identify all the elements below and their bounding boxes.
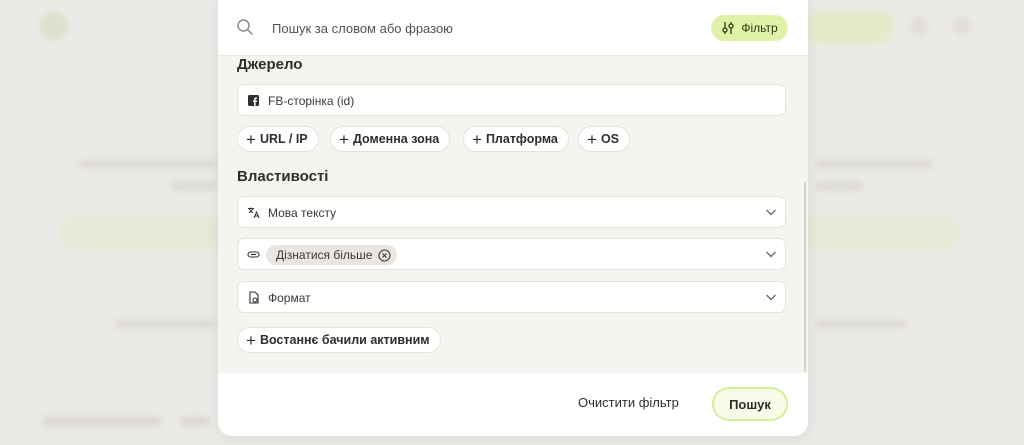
- properties-section-title: Властивості: [237, 168, 329, 185]
- add-last-seen-button[interactable]: + Востаннє бачили активним: [237, 327, 441, 353]
- sliders-icon: [722, 22, 735, 34]
- translate-icon: [248, 207, 260, 219]
- close-circle-icon[interactable]: [378, 248, 392, 262]
- add-os-button[interactable]: + OS: [578, 126, 630, 152]
- plus-icon: +: [246, 330, 256, 350]
- file-format-icon: [249, 291, 259, 304]
- background-text-line: [115, 320, 215, 328]
- background-footer-link: [180, 416, 210, 426]
- background-icon: [910, 17, 928, 35]
- filter-button-label: Фільтр: [741, 21, 778, 35]
- background-text-line: [815, 182, 863, 190]
- background-logo: [40, 12, 68, 40]
- background-text-line: [170, 182, 218, 190]
- plus-icon: +: [587, 129, 597, 149]
- chevron-down-icon[interactable]: [765, 207, 777, 217]
- clear-filter-button[interactable]: Очистити фільтр: [578, 395, 679, 410]
- search-submit-button[interactable]: Пошук: [712, 387, 788, 421]
- filter-button[interactable]: Фільтр: [711, 15, 788, 41]
- cta-select[interactable]: Дізнатися більше: [237, 238, 786, 270]
- background-cta-button: [808, 10, 894, 44]
- add-domain-zone-button[interactable]: + Доменна зона: [330, 126, 451, 152]
- add-last-seen-label: Востаннє бачили активним: [259, 333, 430, 347]
- search-icon: [237, 19, 253, 35]
- plus-icon: +: [246, 129, 256, 149]
- add-platform-label: Платформа: [485, 132, 558, 146]
- fb-page-label: FB-сторінка (id): [268, 94, 355, 108]
- modal-footer: Очистити фільтр Пошук: [218, 373, 808, 436]
- fb-page-field[interactable]: FB-сторінка (id): [237, 84, 786, 116]
- background-text-line: [78, 160, 218, 168]
- add-url-ip-button[interactable]: + URL / IP: [237, 126, 319, 152]
- background-footer-link: [42, 416, 162, 426]
- search-bar: Фільтр: [218, 0, 808, 56]
- add-platform-button[interactable]: + Платформа: [463, 126, 569, 152]
- link-icon: [247, 251, 260, 258]
- panel-scrollbar[interactable]: [804, 182, 806, 372]
- plus-icon: +: [472, 129, 482, 149]
- chevron-down-icon[interactable]: [765, 249, 777, 259]
- filter-modal: Фільтр Джерело FB-сторінка (id) + URL / …: [218, 0, 808, 436]
- source-section-title: Джерело: [237, 56, 303, 73]
- cta-tag: Дізнатися більше: [266, 245, 398, 265]
- plus-icon: +: [339, 129, 349, 149]
- add-url-ip-label: URL / IP: [259, 132, 308, 146]
- background-text-line: [815, 160, 933, 168]
- language-select[interactable]: Мова тексту: [237, 196, 786, 228]
- format-label: Формат: [268, 291, 311, 305]
- search-input[interactable]: [270, 15, 674, 41]
- add-domain-zone-label: Доменна зона: [352, 132, 440, 146]
- chevron-down-icon[interactable]: [765, 292, 777, 302]
- background-text-line: [815, 320, 907, 328]
- format-select[interactable]: Формат: [237, 281, 786, 313]
- filter-panel: Джерело FB-сторінка (id) + URL / IP + До…: [218, 56, 808, 373]
- language-label: Мова тексту: [268, 206, 337, 220]
- background-icon: [953, 17, 971, 35]
- cta-tag-label: Дізнатися більше: [276, 248, 373, 262]
- add-os-label: OS: [600, 132, 619, 146]
- facebook-icon: [248, 95, 259, 106]
